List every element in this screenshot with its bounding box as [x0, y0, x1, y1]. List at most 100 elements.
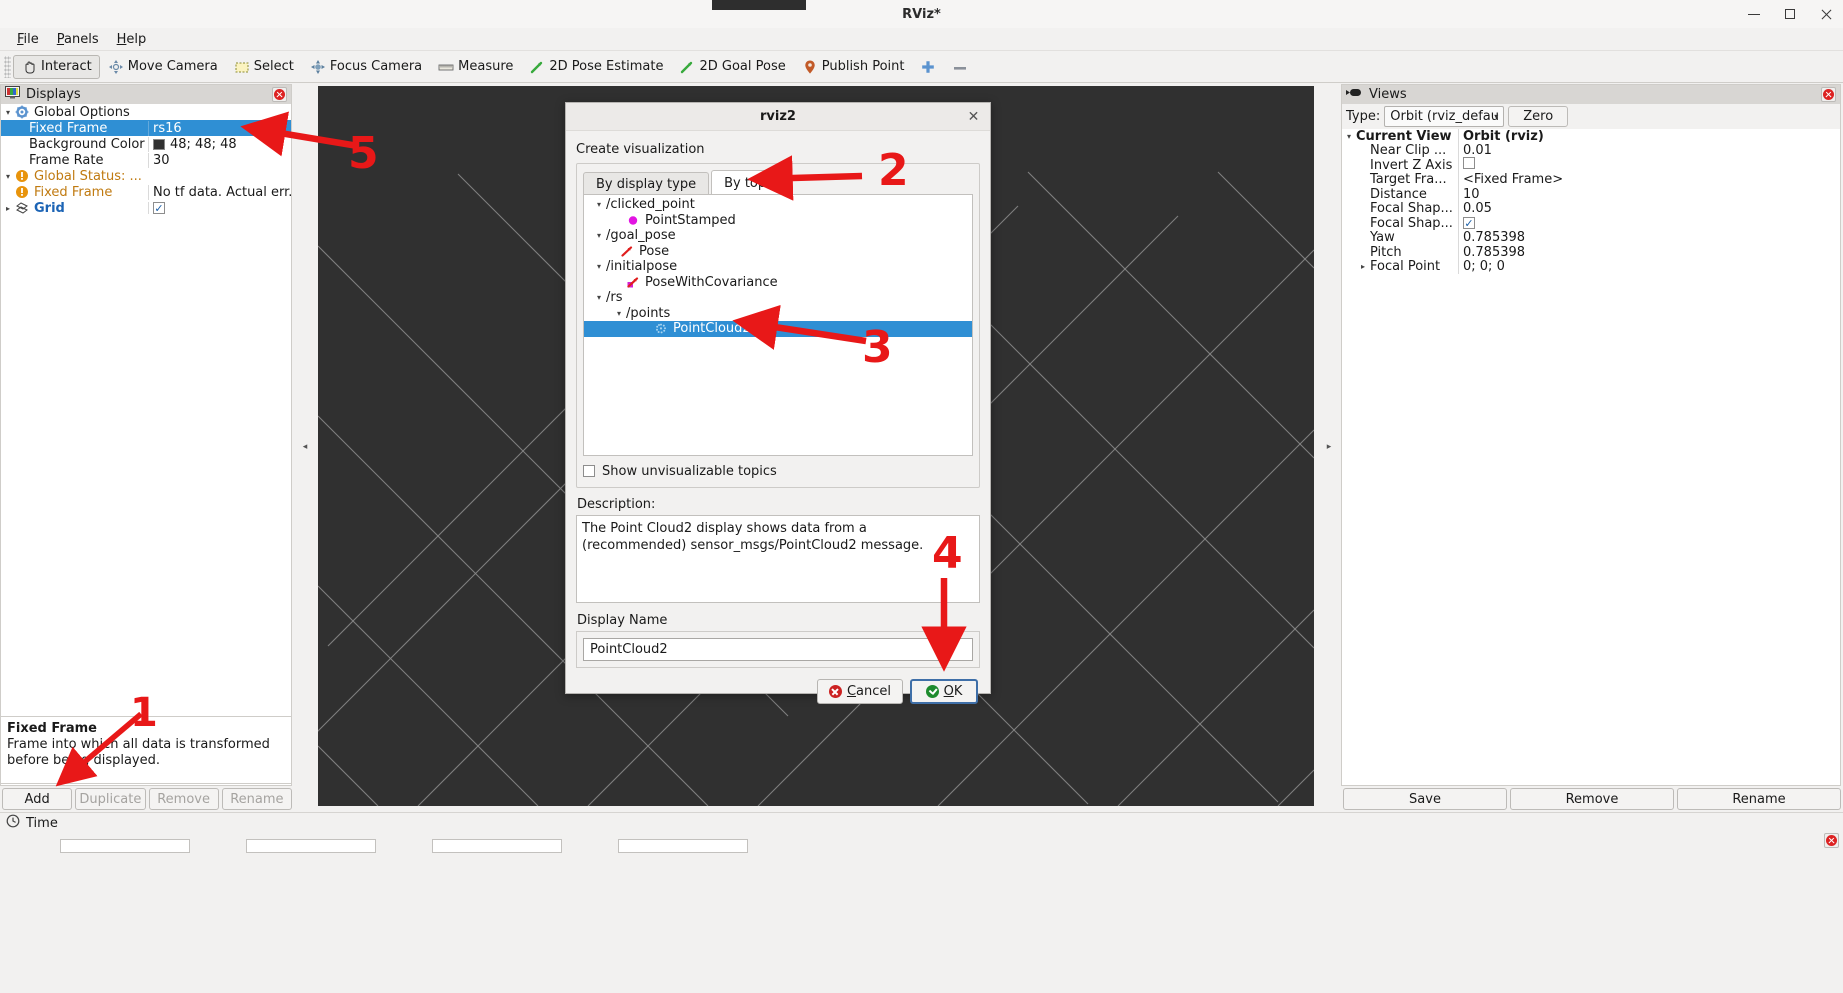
list-item[interactable]: PoseWithCovariance [584, 275, 972, 291]
table-row[interactable]: Target Fra... <Fixed Frame> [1342, 172, 1840, 188]
show-unvisualizable-row[interactable]: Show unvisualizable topics [583, 461, 973, 481]
property-value[interactable]: 10 [1458, 186, 1840, 202]
property-name: Background Color [29, 136, 145, 152]
show-unvisualizable-checkbox[interactable] [583, 465, 595, 477]
table-row[interactable]: Focal Shap... 0.05 [1342, 201, 1840, 217]
tool-add-plus[interactable] [912, 55, 944, 79]
property-value[interactable]: 0.01 [1458, 143, 1840, 159]
add-display-button[interactable]: Add [2, 788, 73, 810]
chevron-down-icon[interactable] [1342, 132, 1356, 141]
property-value[interactable]: 0.785398 [1458, 244, 1840, 260]
property-value[interactable]: 0; 0; 0 [1458, 259, 1840, 275]
tool-2d-goal-pose[interactable]: 2D Goal Pose [671, 55, 793, 79]
list-item[interactable]: /clicked_point [584, 197, 972, 213]
menu-help[interactable]: Help [108, 30, 156, 49]
tool-focus-camera[interactable]: Focus Camera [302, 55, 430, 79]
dialog-subtitle: Create visualization [576, 142, 705, 157]
table-row[interactable]: Global Options [1, 104, 291, 120]
tool-minus-dash[interactable] [944, 55, 976, 79]
duplicate-display-button[interactable]: Duplicate [75, 788, 146, 810]
property-value[interactable]: ✓ [1458, 215, 1840, 231]
tab-by-display-type[interactable]: By display type [583, 172, 710, 195]
wall-time-field[interactable] [432, 839, 562, 853]
chevron-down-icon[interactable] [592, 231, 606, 240]
minimize-icon[interactable] [1747, 7, 1761, 21]
property-value[interactable]: 48; 48; 48 [148, 136, 291, 152]
table-row[interactable]: Focal Shap... ✓ [1342, 215, 1840, 231]
table-row[interactable]: Frame Rate 30 [1, 152, 291, 168]
rename-display-button[interactable]: Rename [221, 788, 292, 810]
tool-publish-point[interactable]: Publish Point [794, 55, 913, 79]
tool-select[interactable]: Select [226, 55, 302, 79]
table-row[interactable]: Current View Orbit (rviz) [1342, 128, 1840, 144]
tool-interact[interactable]: Interact [13, 54, 100, 79]
wall-elapsed-field[interactable] [618, 839, 748, 853]
table-row[interactable]: Fixed Frame No tf data. Actual err... [1, 184, 291, 200]
property-value[interactable]: <Fixed Frame> [1458, 172, 1840, 188]
right-panel-collapse-handle[interactable]: ▸ [1324, 427, 1334, 467]
tool-2d-pose-estimate[interactable]: 2D Pose Estimate [521, 55, 671, 79]
views-panel-title: Views [1369, 87, 1407, 102]
maximize-icon[interactable] [1783, 7, 1797, 21]
remove-view-button[interactable]: Remove [1510, 788, 1674, 810]
chevron-down-icon[interactable] [592, 293, 606, 302]
views-panel-close-button[interactable] [1821, 87, 1836, 102]
chevron-down-icon[interactable] [1, 108, 15, 117]
display-name-input[interactable]: PointCloud2 [583, 638, 973, 661]
chevron-down-icon[interactable] [592, 262, 606, 271]
list-item[interactable]: PointStamped [584, 213, 972, 229]
save-view-button[interactable]: Save [1343, 788, 1507, 810]
list-item[interactable]: Pose [584, 244, 972, 260]
menu-panels[interactable]: Panels [48, 30, 108, 49]
displays-panel-close-button[interactable] [272, 87, 287, 102]
table-row-fixed-frame[interactable]: Fixed Frame rs16 [1, 120, 291, 136]
menu-file[interactable]: File [8, 30, 48, 49]
table-row[interactable]: Near Clip ... 0.01 [1342, 143, 1840, 159]
property-value[interactable] [1458, 157, 1840, 174]
focal-shape-fixed-size-checkbox[interactable]: ✓ [1463, 217, 1475, 230]
chevron-right-icon[interactable] [1356, 262, 1370, 271]
close-x-icon[interactable]: ✕ [966, 109, 981, 125]
toolbar-grip[interactable] [4, 55, 11, 78]
property-value[interactable]: ✓ [148, 202, 291, 214]
remove-display-button[interactable]: Remove [148, 788, 219, 810]
left-panel-collapse-handle[interactable]: ◂ [300, 427, 310, 467]
table-row[interactable]: Background Color 48; 48; 48 [1, 136, 291, 152]
chevron-down-icon[interactable] [612, 309, 626, 318]
list-item[interactable]: /goal_pose [584, 228, 972, 244]
tool-move-camera[interactable]: Move Camera [100, 55, 226, 79]
list-item[interactable]: /rs [584, 290, 972, 306]
chevron-right-icon[interactable] [1, 204, 15, 213]
chevron-down-icon[interactable] [1, 172, 15, 181]
table-row[interactable]: Global Status: ... [1, 168, 291, 184]
view-type-select[interactable]: Orbit (rviz_defau ▾ [1384, 106, 1505, 127]
time-panel-close-button[interactable] [1824, 833, 1839, 848]
tab-by-topic[interactable]: By topic [711, 170, 790, 195]
table-row[interactable]: Distance 10 [1342, 186, 1840, 202]
topic-tree[interactable]: /clicked_point PointStamped /goal_pose [583, 194, 973, 456]
property-value-fixed-frame[interactable]: rs16 [148, 120, 291, 136]
table-row[interactable]: Invert Z Axis [1342, 157, 1840, 174]
close-icon[interactable] [1819, 7, 1833, 21]
property-value[interactable]: 0.05 [1458, 201, 1840, 217]
cancel-button[interactable]: Cancel [816, 679, 903, 704]
list-item[interactable]: /initialpose [584, 259, 972, 275]
ros-elapsed-field[interactable] [246, 839, 376, 853]
table-row[interactable]: Focal Point 0; 0; 0 [1342, 259, 1840, 275]
property-value[interactable]: 0.785398 [1458, 230, 1840, 246]
grid-enabled-checkbox[interactable]: ✓ [153, 202, 165, 214]
property-value[interactable]: 30 [148, 152, 291, 168]
rename-view-button[interactable]: Rename [1677, 788, 1841, 810]
ros-time-field[interactable] [60, 839, 190, 853]
chevron-down-icon[interactable] [592, 200, 606, 209]
table-row-grid[interactable]: Grid ✓ [1, 200, 291, 216]
list-item[interactable]: /points [584, 306, 972, 322]
zero-button[interactable]: Zero [1508, 106, 1569, 127]
invert-z-axis-checkbox[interactable] [1463, 157, 1475, 170]
topic-label: PointStamped [645, 212, 736, 228]
list-item-pointcloud2[interactable]: PointCloud2 [584, 321, 972, 337]
ok-button[interactable]: OK [910, 679, 978, 704]
table-row[interactable]: Yaw 0.785398 [1342, 230, 1840, 246]
table-row[interactable]: Pitch 0.785398 [1342, 244, 1840, 260]
tool-measure[interactable]: Measure [430, 55, 521, 79]
